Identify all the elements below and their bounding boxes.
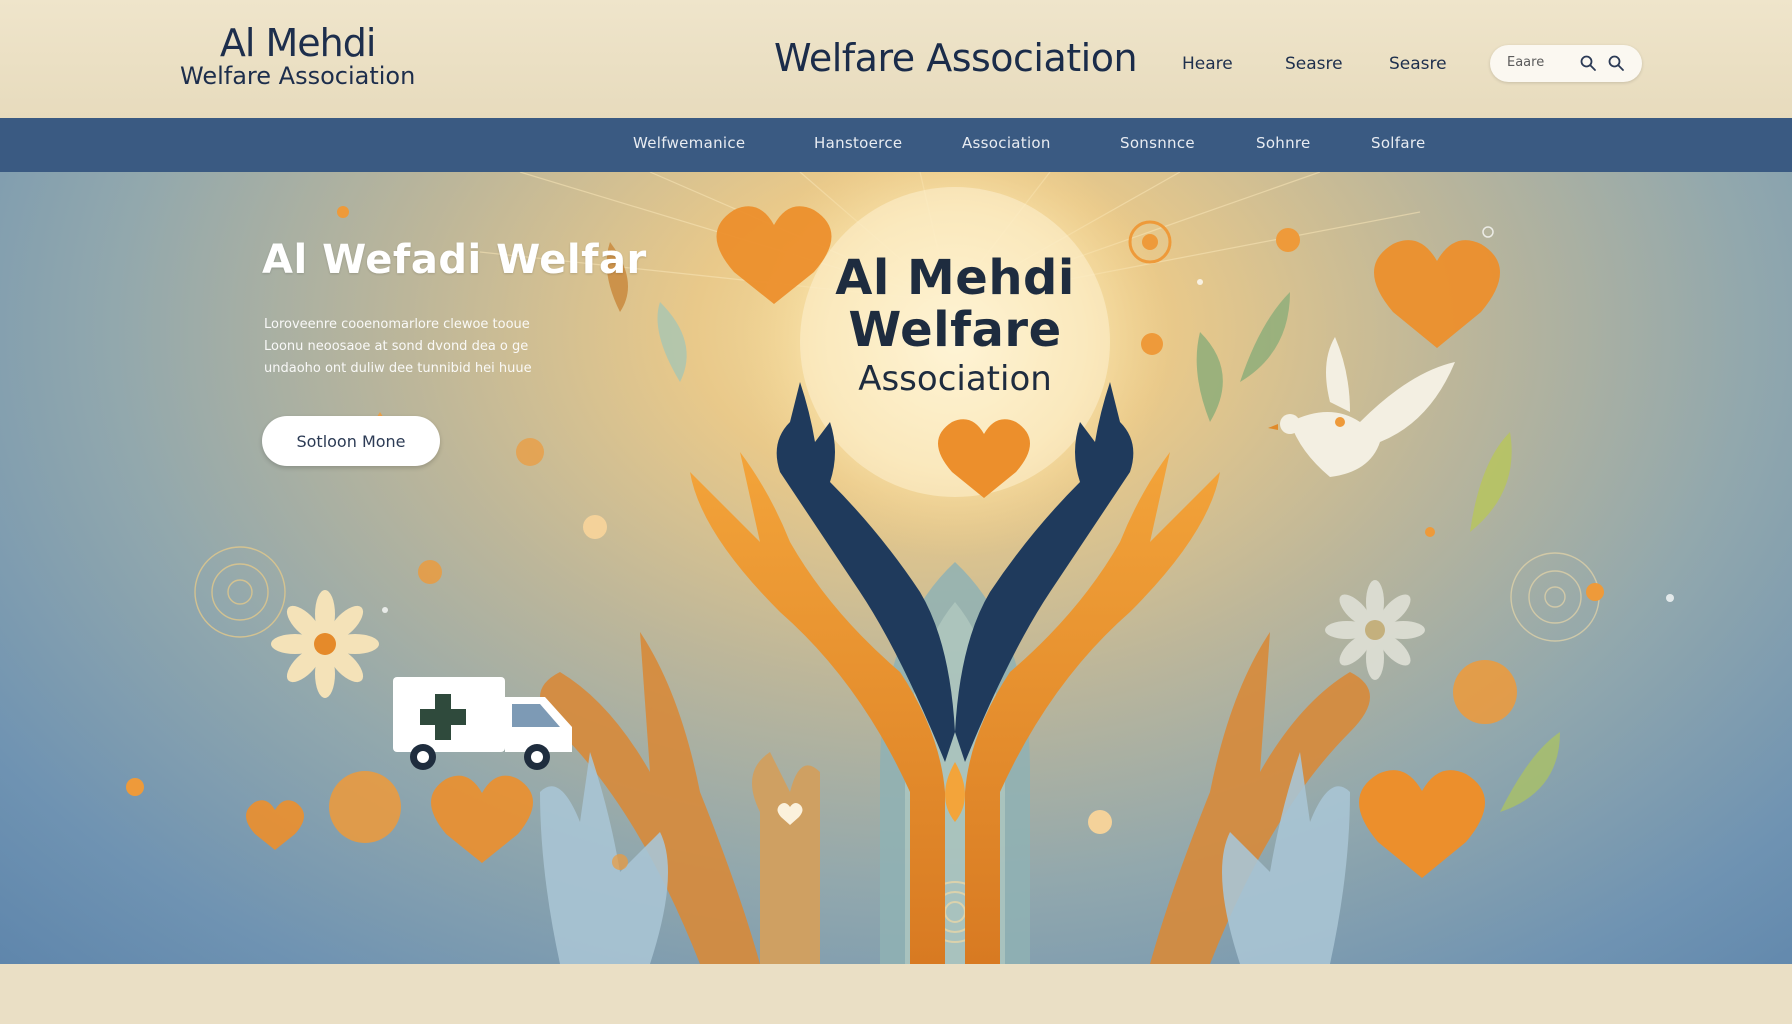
flower-icon-left [271,590,379,698]
search-box[interactable]: Eaare [1490,45,1642,82]
header-link-home[interactable]: Heare [1182,54,1233,74]
nav-item-1[interactable]: Welfwemanice [633,134,745,152]
header-link-search-1[interactable]: Seasre [1285,54,1343,74]
footer-strip [0,964,1792,1024]
hero-description-line: undaoho ont duliw dee tunnibid hei huue [264,361,532,376]
hero-description-line: Loonu neoosaoe at sond dvond dea o ge [264,339,529,354]
main-nav: Welfwemanice Hanstoerce Association Sons… [0,118,1792,172]
spiral-decor-right [1510,552,1600,642]
nav-item-2[interactable]: Hanstoerce [814,134,902,152]
nav-item-5[interactable]: Sohnre [1256,134,1311,152]
logo-name: Al Mehdi [219,21,377,65]
hero-center-title: Al Mehdi Welfare Association [790,252,1120,400]
header-link-search-2[interactable]: Seasre [1389,54,1447,74]
site-logo[interactable]: Al Mehdi Welfare Association [180,22,415,90]
center-title-line2: Welfare [848,302,1062,358]
hero-description: Loroveenre cooenomarlore clewoe tooue Lo… [264,314,624,380]
logo-subtitle: Welfare Association [180,62,416,90]
center-title-line3: Association [858,359,1052,399]
nav-item-4[interactable]: Sonsnnce [1120,134,1195,152]
site-header: Al Mehdi Welfare Association Welfare Ass… [0,0,1792,118]
hero-banner: Al Wefadi Welfar Loroveenre cooenomarlor… [0,172,1792,964]
search-input[interactable]: Eaare [1507,55,1544,70]
dove-icon [1268,337,1455,477]
header-title: Welfare Association [774,36,1138,80]
search-icon[interactable] [1579,54,1597,72]
learn-more-button[interactable]: Sotloon Mone [262,416,440,466]
nav-item-association[interactable]: Association [962,134,1051,152]
hero-heading: Al Wefadi Welfar [262,237,647,283]
flower-icon-right [1325,580,1425,680]
spiral-decor-left [194,546,286,638]
center-title-line1: Al Mehdi [835,250,1075,306]
nav-item-6[interactable]: Solfare [1371,134,1426,152]
hand-raised-heart [752,752,820,964]
search-icon-secondary[interactable] [1607,54,1625,72]
hero-description-line: Loroveenre cooenomarlore clewoe tooue [264,317,530,332]
